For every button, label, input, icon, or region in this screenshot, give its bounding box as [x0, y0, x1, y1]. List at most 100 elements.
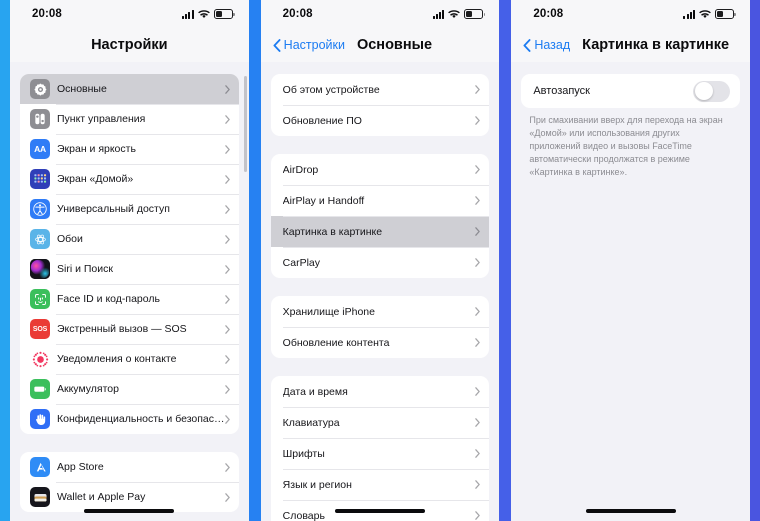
pip-settings-scroll[interactable]: Автозапуск При смахивании вверх для пере… — [511, 62, 750, 521]
chevron-right-icon — [224, 414, 230, 424]
chevron-right-icon — [475, 227, 481, 236]
chevron-right-icon — [475, 196, 481, 205]
control-center-icon — [30, 109, 50, 129]
general-group-1: Об этом устройстве Обновление ПО — [270, 74, 490, 136]
list-item-language-region[interactable]: Язык и регион — [271, 469, 490, 500]
sidebar-item-app-store[interactable]: App Store — [20, 452, 239, 482]
chevron-right-icon — [224, 84, 230, 94]
sidebar-item-contact-notifications[interactable]: Уведомления о контакте — [20, 344, 239, 374]
phone-panel-settings: 20:08 Настройки Основные Пункт управлени… — [10, 0, 249, 521]
wallet-icon — [30, 487, 50, 507]
contact-notification-icon — [30, 349, 50, 369]
sidebar-item-battery[interactable]: Аккумулятор — [20, 374, 239, 404]
sidebar-item-emergency-sos[interactable]: SOS Экстренный вызов — SOS — [20, 314, 239, 344]
chevron-left-icon — [523, 38, 531, 52]
back-button-settings[interactable]: Настройки — [273, 38, 345, 52]
battery-icon — [213, 9, 235, 19]
home-indicator — [84, 509, 175, 513]
divider-blue-2 — [499, 0, 512, 521]
chevron-right-icon — [224, 324, 230, 334]
wifi-icon — [197, 9, 210, 19]
list-item-picture-in-picture[interactable]: Картинка в картинке — [270, 216, 490, 247]
list-item-label: AirDrop — [282, 163, 319, 176]
list-item-airplay-handoff[interactable]: AirPlay и Handoff — [271, 185, 490, 216]
general-group-4: Дата и время Клавиатура Шрифты Язык и ре… — [270, 376, 490, 521]
page-title-pip: Картинка в картинке — [582, 37, 730, 53]
general-list-scroll[interactable]: Об этом устройстве Обновление ПО AirDrop… — [261, 62, 500, 521]
sidebar-item-face-id-passcode[interactable]: Face ID и код-пароль — [20, 284, 239, 314]
back-button-label: Настройки — [283, 38, 345, 52]
list-item-carplay[interactable]: CarPlay — [271, 247, 490, 278]
list-item-fonts[interactable]: Шрифты — [271, 438, 490, 469]
list-item-software-update[interactable]: Обновление ПО — [271, 105, 490, 136]
chevron-right-icon — [475, 116, 481, 125]
status-icons — [182, 9, 235, 19]
list-item-label: AirPlay и Handoff — [282, 194, 365, 207]
status-bar-panel2: 20:08 — [260, 0, 500, 28]
sidebar-item-control-center[interactable]: Пункт управления — [20, 104, 239, 134]
general-group-2: AirDrop AirPlay и Handoff Картинка в кар… — [270, 154, 490, 278]
autostart-label: Автозапуск — [533, 85, 590, 97]
sidebar-item-label: App Store — [57, 461, 104, 473]
chevron-right-icon — [224, 384, 230, 394]
list-item-about[interactable]: Об этом устройстве — [271, 74, 490, 105]
list-item-label: Обновление контента — [282, 336, 390, 349]
phone-panel-pip: 20:08 Назад Картинка в картинке Автозапу… — [511, 0, 751, 521]
nav-bar-panel1: Настройки — [10, 28, 249, 62]
privacy-hand-icon — [30, 409, 50, 429]
list-item-background-refresh[interactable]: Обновление контента — [271, 327, 490, 358]
home-indicator — [585, 509, 676, 513]
face-id-icon — [30, 289, 50, 309]
chevron-right-icon — [475, 480, 481, 489]
sidebar-item-wallpaper[interactable]: Обои — [20, 224, 239, 254]
sidebar-item-accessibility[interactable]: Универсальный доступ — [20, 194, 239, 224]
back-button-label: Назад — [534, 38, 571, 52]
page-title-settings: Настройки — [91, 37, 168, 53]
list-item-airdrop[interactable]: AirDrop — [271, 154, 490, 185]
chevron-right-icon — [475, 511, 481, 520]
list-item-date-time[interactable]: Дата и время — [271, 376, 490, 407]
list-item-iphone-storage[interactable]: Хранилище iPhone — [271, 296, 490, 327]
sidebar-item-general[interactable]: Основные — [20, 74, 239, 104]
cellular-signal-icon — [432, 9, 445, 19]
chevron-left-icon — [273, 38, 281, 52]
list-item-label: Язык и регион — [282, 478, 352, 491]
status-icons — [432, 9, 486, 19]
chevron-right-icon — [224, 234, 230, 244]
accessibility-icon — [30, 199, 50, 219]
scroll-indicator[interactable] — [244, 76, 247, 172]
sidebar-item-label: Экстренный вызов — SOS — [57, 323, 187, 335]
chevron-right-icon — [224, 264, 230, 274]
wifi-icon — [448, 9, 461, 19]
list-item-keyboard[interactable]: Клавиатура — [271, 407, 490, 438]
sidebar-item-label: Основные — [57, 83, 107, 95]
battery-settings-icon — [30, 379, 50, 399]
settings-list-scroll[interactable]: Основные Пункт управления AA Экран и ярк… — [10, 62, 249, 521]
status-time: 20:08 — [282, 8, 313, 20]
nav-bar-panel3: Назад Картинка в картинке — [511, 28, 751, 62]
autostart-toggle[interactable] — [693, 80, 731, 102]
status-bar-panel3: 20:08 — [511, 0, 751, 28]
sidebar-item-label: Siri и Поиск — [57, 263, 113, 275]
autostart-row[interactable]: Автозапуск — [521, 74, 740, 108]
sidebar-item-siri-search[interactable]: Siri и Поиск — [20, 254, 239, 284]
home-indicator — [335, 509, 425, 513]
sidebar-item-label: Конфиденциальность и безопасно... — [57, 413, 225, 425]
list-item-label: Дата и время — [282, 385, 348, 398]
list-item-label: CarPlay — [282, 256, 321, 269]
sidebar-item-wallet-apple-pay[interactable]: Wallet и Apple Pay — [20, 482, 239, 512]
right-blue-edge — [750, 0, 760, 521]
list-item-label: Об этом устройстве — [282, 83, 380, 96]
sidebar-item-display-brightness[interactable]: AA Экран и яркость — [20, 134, 239, 164]
sidebar-item-home-screen[interactable]: Экран «Домой» — [20, 164, 239, 194]
sidebar-item-privacy-security[interactable]: Конфиденциальность и безопасно... — [20, 404, 239, 434]
sidebar-item-label: Экран «Домой» — [57, 173, 134, 185]
status-icons — [683, 9, 737, 19]
cellular-signal-icon — [683, 9, 696, 19]
status-bar-panel1: 20:08 — [10, 0, 249, 28]
list-item-label: Картинка в картинке — [282, 225, 383, 238]
back-button-general[interactable]: Назад — [523, 38, 570, 52]
settings-group-1: Основные Пункт управления AA Экран и ярк… — [20, 74, 239, 434]
sidebar-item-label: Wallet и Apple Pay — [57, 491, 146, 503]
list-item-label: Шрифты — [282, 447, 325, 460]
